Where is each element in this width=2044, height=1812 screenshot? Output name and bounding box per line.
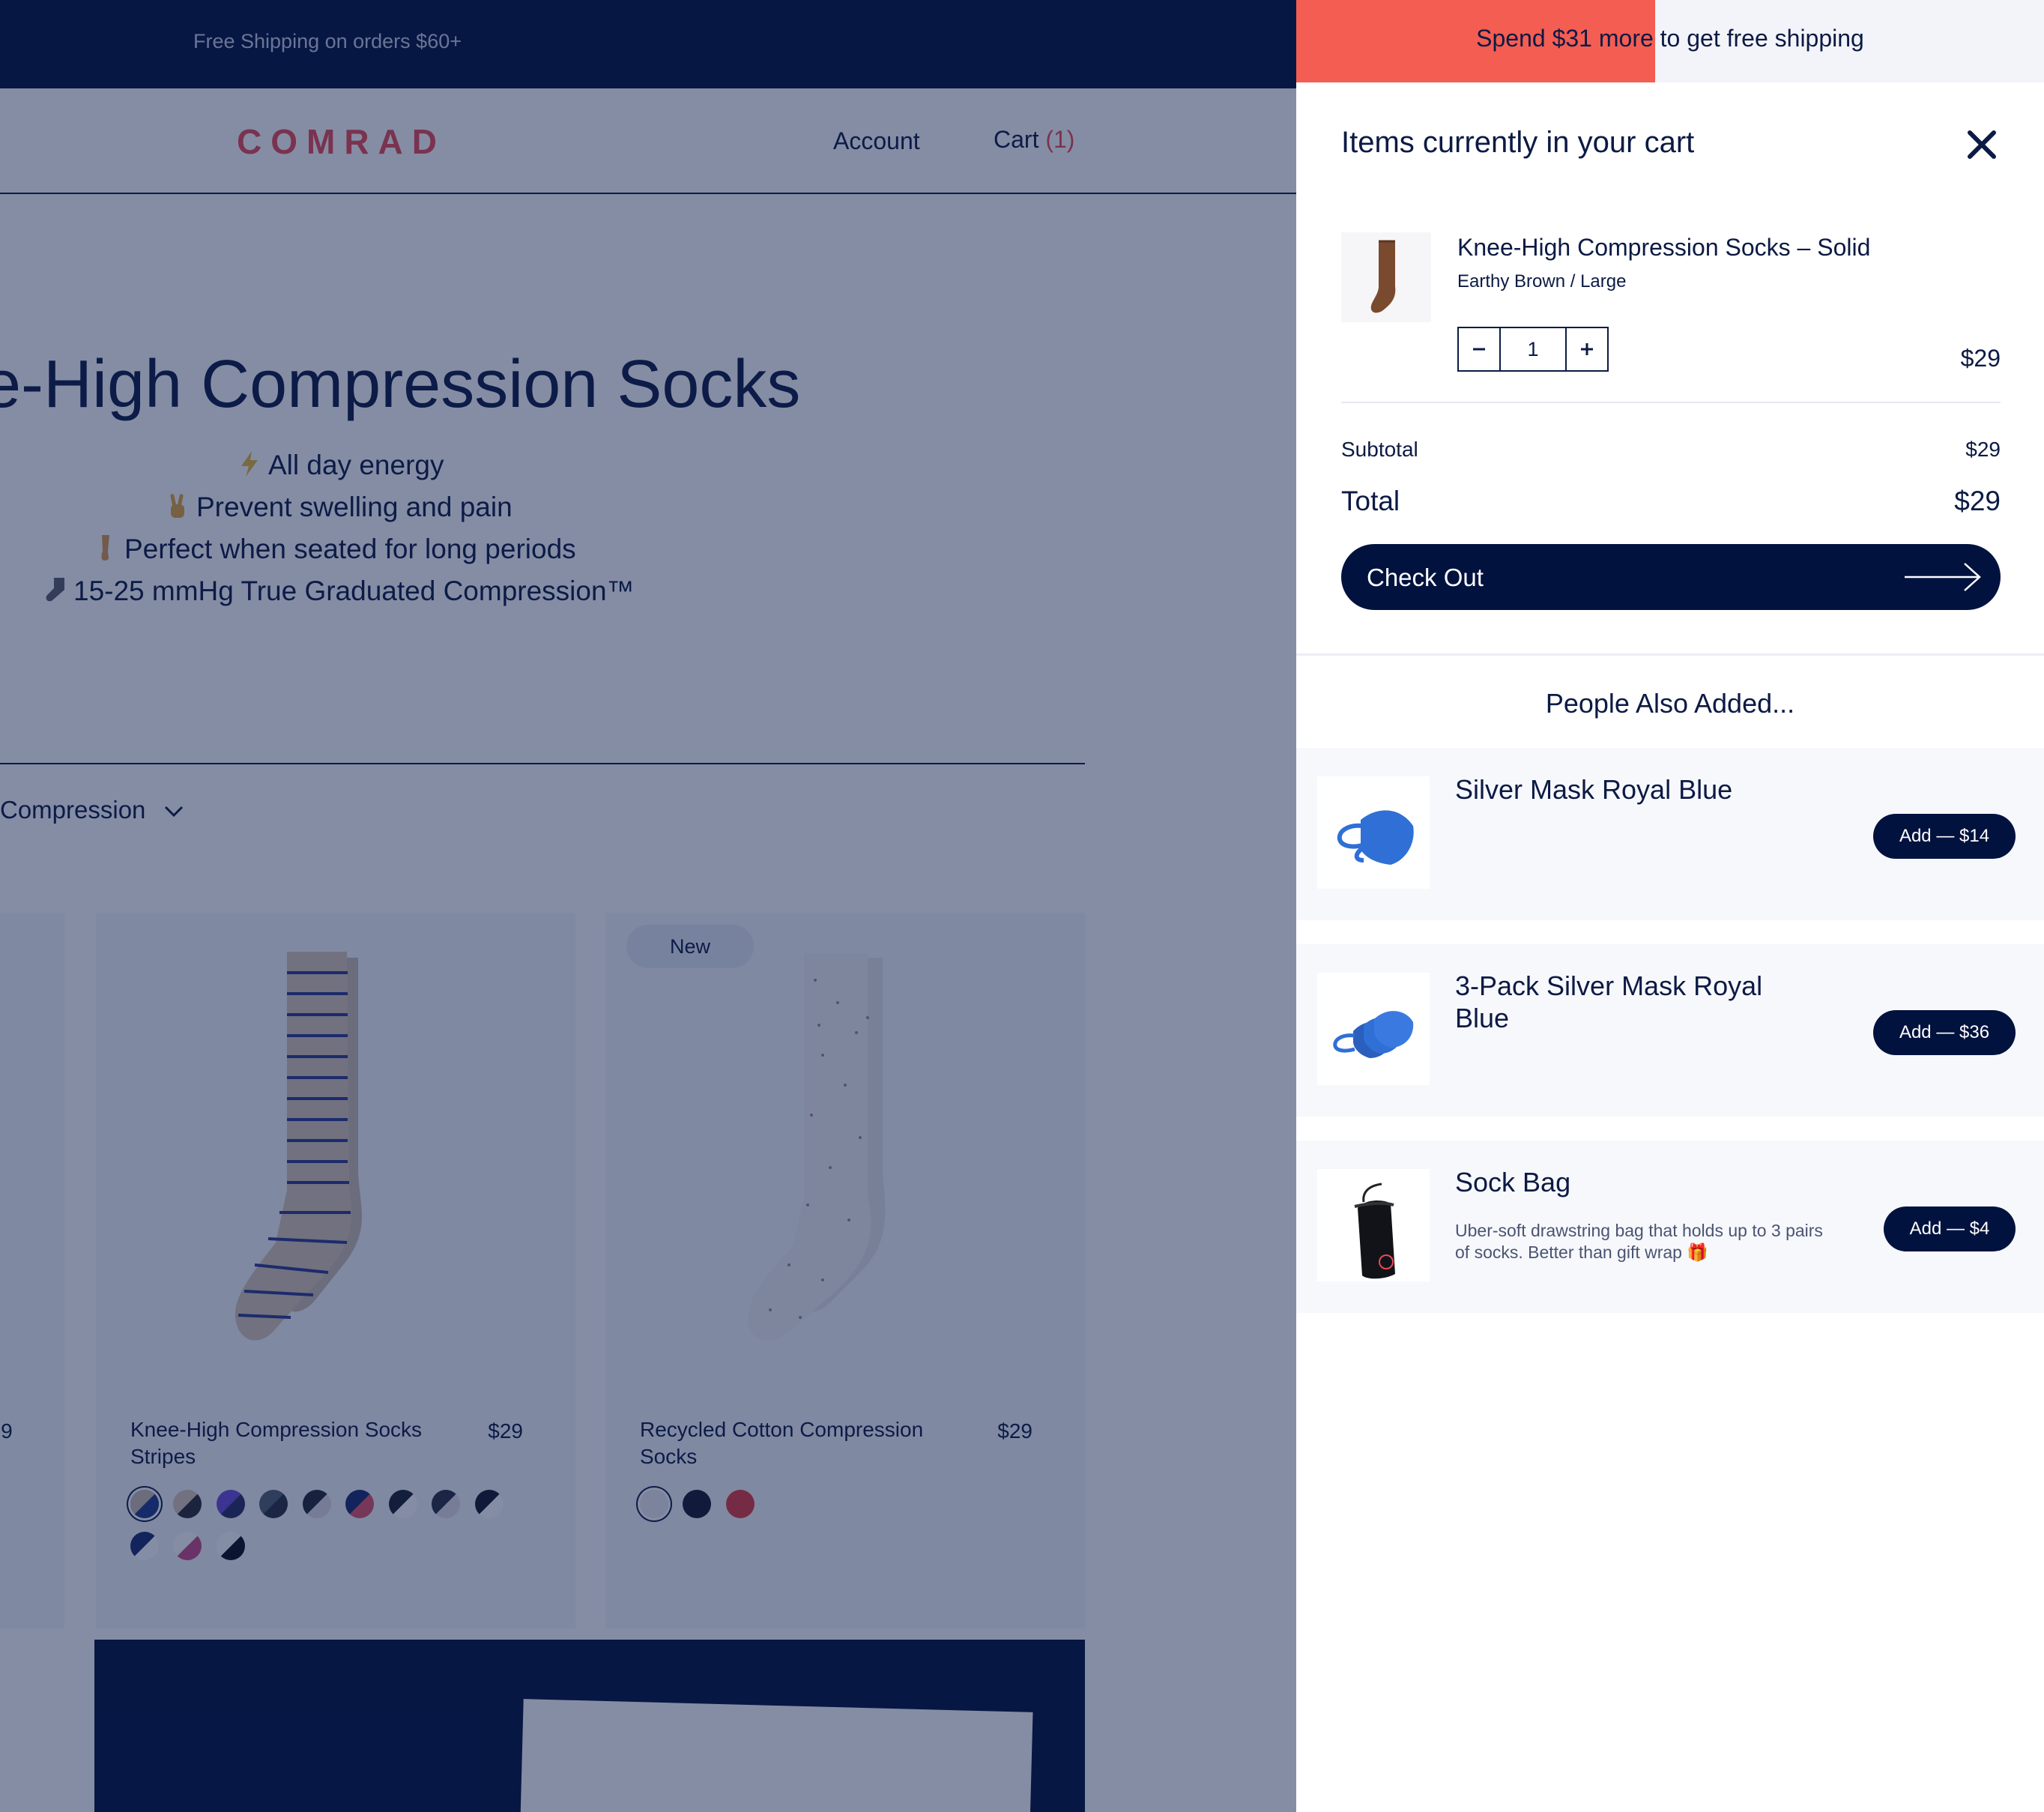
blue-mask-image[interactable]	[1317, 776, 1430, 889]
close-icon	[1968, 130, 1996, 159]
brown-sock-image[interactable]	[1341, 232, 1431, 322]
sock-bag-image[interactable]	[1317, 1169, 1430, 1281]
increase-quantity-button[interactable]	[1567, 328, 1607, 370]
cart-title: Items currently in your cart	[1341, 126, 1695, 159]
add-to-cart-button[interactable]: Add — $36	[1873, 1010, 2016, 1055]
upsell-item: 3-Pack Silver Mask Royal Blue Add — $36	[1296, 944, 2044, 1117]
upsell-heading: People Also Added...	[1545, 688, 1795, 719]
cart-item-price: $29	[1960, 345, 2001, 372]
upsell-item: Silver Mask Royal Blue Add — $14	[1296, 748, 2044, 920]
cart-drawer: Spend $31 more to get free shipping Item…	[1296, 0, 2044, 1812]
cart-item-variant: Earthy Brown / Large	[1457, 271, 1627, 292]
plus-icon	[1581, 343, 1593, 355]
total-value: $29	[1954, 486, 2001, 516]
free-shipping-progress: Spend $31 more to get free shipping	[1296, 0, 2044, 82]
divider	[1341, 402, 2001, 403]
modal-overlay[interactable]	[0, 0, 1296, 1812]
upsell-item-name[interactable]: Sock Bag	[1455, 1166, 1800, 1198]
upsell-item-name[interactable]: 3-Pack Silver Mask Royal Blue	[1455, 970, 1800, 1034]
upsell-item-name[interactable]: Silver Mask Royal Blue	[1455, 773, 1800, 806]
upsell-item: Sock Bag Uber-soft drawstring bag that h…	[1296, 1141, 2044, 1313]
divider	[1296, 653, 2044, 656]
decrease-quantity-button[interactable]	[1459, 328, 1499, 370]
minus-icon	[1473, 348, 1485, 351]
arrow-right-icon	[1905, 563, 1981, 591]
checkout-button[interactable]: Check Out	[1341, 544, 2001, 610]
upsell-item-description: Uber-soft drawstring bag that holds up t…	[1455, 1221, 1823, 1262]
shipping-message: Spend $31 more to get free shipping	[1476, 25, 1864, 52]
add-to-cart-button[interactable]: Add — $4	[1884, 1207, 2016, 1251]
subtotal-value: $29	[1965, 438, 2001, 461]
blue-mask-3pack-image[interactable]	[1317, 973, 1430, 1085]
product-page: Free Shipping on orders $60+ COMRAD Acco…	[0, 0, 1296, 1812]
quantity-input[interactable]	[1499, 328, 1567, 370]
close-button[interactable]	[1963, 126, 2001, 163]
total-label: Total	[1341, 486, 1400, 516]
add-to-cart-button[interactable]: Add — $14	[1873, 814, 2016, 859]
subtotal-label: Subtotal	[1341, 438, 1418, 461]
cart-item-name[interactable]: Knee-High Compression Socks – Solid	[1457, 234, 1870, 262]
quantity-stepper	[1457, 327, 1609, 372]
checkout-label: Check Out	[1367, 564, 1484, 591]
